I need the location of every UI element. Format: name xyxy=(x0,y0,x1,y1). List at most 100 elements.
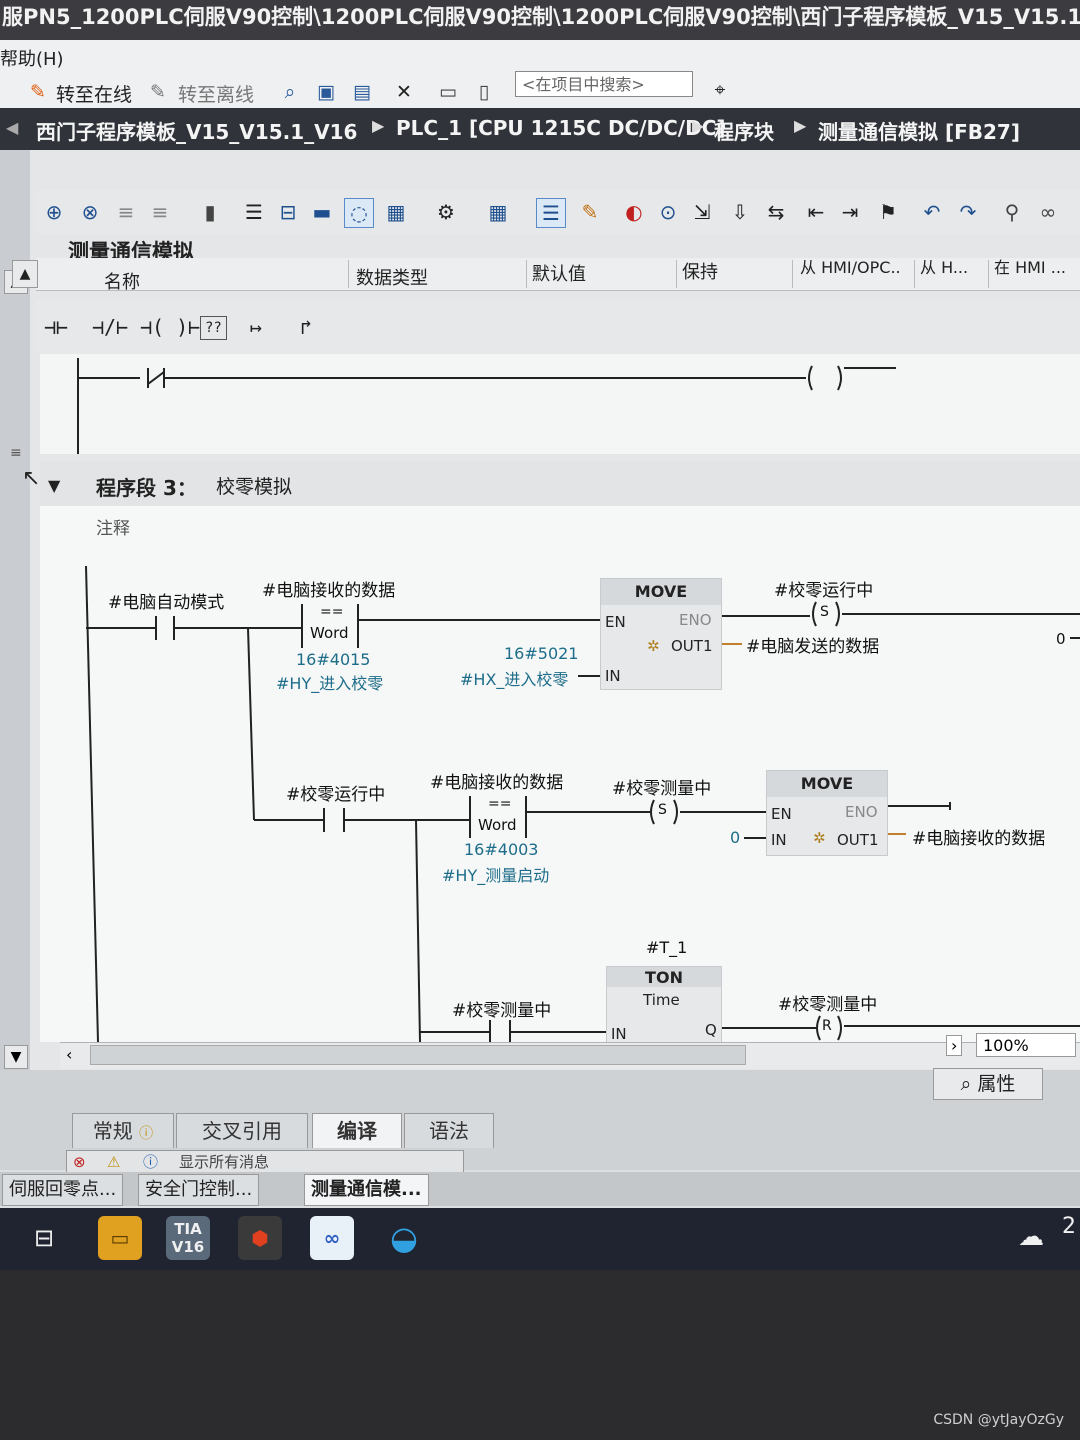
network-comments-icon[interactable]: ◌ xyxy=(344,198,374,228)
monitor-icon[interactable]: ⊙ xyxy=(654,198,682,226)
download-icon[interactable]: ⇩ xyxy=(726,198,754,226)
horizontal-scrollbar[interactable]: ‹ › xyxy=(60,1035,1080,1069)
move-out-target-1[interactable]: #电脑发送的数据 xyxy=(746,632,879,657)
insert-network-icon[interactable]: ⊕ xyxy=(40,198,68,226)
col-retain[interactable]: 保持 xyxy=(682,258,718,284)
compare-value-2[interactable]: 16#4003 xyxy=(464,840,538,859)
start-simulation-icon[interactable]: ▣ xyxy=(314,80,338,104)
interface-collapse-icon[interactable]: ▲ xyxy=(12,260,38,288)
timer-instance[interactable]: #T_1 xyxy=(646,938,687,957)
edit-icon[interactable]: ✎ xyxy=(576,198,604,226)
move-out-target-2[interactable]: #电脑接收的数据 xyxy=(912,824,1045,849)
collapse-all-icon[interactable]: ⊟ xyxy=(274,198,302,226)
tab-general[interactable]: 常规 ⓘ xyxy=(72,1113,174,1148)
left-collapsed-panel[interactable]: ▲ ≡ ▼ xyxy=(0,150,32,1070)
close-branch-button[interactable]: ↱ xyxy=(300,312,312,342)
col-datatype[interactable]: 数据类型 xyxy=(356,264,428,290)
nc-contact-button[interactable]: ⊣/⊢ xyxy=(92,312,128,342)
edge-browser-icon[interactable]: ◒ xyxy=(382,1216,426,1260)
weather-icon[interactable]: ☁ xyxy=(1018,1222,1044,1252)
find-icon[interactable]: ⚲ xyxy=(998,198,1026,226)
operand-display-icon[interactable]: ▦ xyxy=(484,198,512,226)
move-box-2[interactable]: MOVE EN ENO IN ✲ OUT1 xyxy=(766,770,888,856)
go-offline-button[interactable]: 转至离线 xyxy=(178,80,254,107)
tab-compile[interactable]: 编译 xyxy=(312,1113,402,1148)
network-title[interactable]: 校零模拟 xyxy=(216,472,292,499)
goto-icon[interactable]: ⇲ xyxy=(688,198,716,226)
show-all-messages[interactable]: 显示所有消息 xyxy=(179,1151,269,1173)
panel-grip-icon[interactable]: ≡ xyxy=(10,445,22,461)
compare-operand-1[interactable]: #电脑接收的数据 xyxy=(262,576,395,601)
tab-syntax[interactable]: 语法 xyxy=(404,1113,494,1148)
snapshot-icon[interactable]: ⚙ xyxy=(432,198,460,226)
previous-bookmark-icon[interactable]: ↶ xyxy=(918,198,946,226)
breadcrumb-program-blocks[interactable]: 程序块 xyxy=(714,116,774,145)
editor-tab-measurement[interactable]: 测量通信模... xyxy=(304,1174,429,1206)
accessible-devices-icon[interactable]: ⌕ xyxy=(278,80,302,104)
scroll-thumb[interactable] xyxy=(90,1045,746,1065)
app-icon[interactable]: ∞ xyxy=(310,1216,354,1260)
add-row-icon[interactable]: ≡ xyxy=(146,198,174,226)
col-name[interactable]: 名称 xyxy=(104,268,140,294)
go-online-button[interactable]: 转至在线 xyxy=(56,80,132,107)
more-icon[interactable]: ∞ xyxy=(1034,198,1062,226)
coil-button[interactable]: ⊣( )⊢ xyxy=(140,312,200,342)
editor-tab-servo-home[interactable]: 伺服回零点... xyxy=(2,1174,124,1206)
editor-tab-safety-door[interactable]: 安全门控制... xyxy=(138,1174,260,1206)
automation-app-icon[interactable]: ⬢ xyxy=(238,1216,282,1260)
indent-icon[interactable]: ⇤ xyxy=(802,198,830,226)
tia-portal-icon[interactable]: TIA V16 xyxy=(166,1216,210,1260)
file-explorer-icon[interactable]: ▭ xyxy=(98,1216,142,1260)
breadcrumb-project[interactable]: 西门子程序模板_V15_V15.1_V16 xyxy=(36,116,357,145)
go-offline-icon[interactable]: ✎ xyxy=(146,80,170,104)
tab-cross-reference[interactable]: 交叉引用 xyxy=(176,1113,308,1148)
compare-const-2[interactable]: #HY_测量启动 xyxy=(442,862,549,886)
properties-tab[interactable]: ⌕ 属性 xyxy=(933,1068,1043,1100)
compare-value-1[interactable]: 16#4015 xyxy=(296,650,370,669)
col-default[interactable]: 默认值 xyxy=(532,260,586,286)
expand-all-icon[interactable]: ☰ xyxy=(240,198,268,226)
warning-icon[interactable]: ⚠ xyxy=(107,1151,120,1173)
error-icon[interactable]: ⊗ xyxy=(73,1151,86,1173)
breadcrumb-block[interactable]: 测量通信模拟 [FB27] xyxy=(818,116,1020,145)
scroll-down-icon[interactable]: ▼ xyxy=(4,1045,28,1069)
favorites-icon[interactable]: ▦ xyxy=(382,198,410,226)
insert-row-icon[interactable]: ≡ xyxy=(112,198,140,226)
open-branch-button[interactable]: ↦ xyxy=(250,312,262,342)
move-in-value-1[interactable]: 16#5021 xyxy=(504,644,578,663)
collapse-network-icon[interactable]: ▼ xyxy=(48,476,60,495)
absolute-operands-icon[interactable]: ▬ xyxy=(308,198,336,226)
move-in-const-1[interactable]: #HX_进入校零 xyxy=(460,666,568,690)
coil-set-2-operand[interactable]: #校零测量中 xyxy=(612,774,711,799)
breadcrumb-plc[interactable]: PLC_1 [CPU 1215C DC/DC/DC] xyxy=(396,116,726,140)
contact-pc-auto-mode[interactable]: #电脑自动模式 xyxy=(108,588,224,613)
col-hmi-opc[interactable]: 从 HMI/OPC.. xyxy=(800,254,901,278)
contact-zeroing-running[interactable]: #校零运行中 xyxy=(286,780,385,805)
move-in-value-2[interactable]: 0 xyxy=(730,828,740,847)
contact-zeroing-measuring[interactable]: #校零测量中 xyxy=(452,996,551,1021)
bookmark-icon[interactable]: ⚑ xyxy=(874,198,902,226)
search-icon[interactable]: ⌖ xyxy=(708,78,732,102)
compare-icon[interactable]: ⇆ xyxy=(762,198,790,226)
move-box-1[interactable]: MOVE EN ENO ✲ OUT1 IN xyxy=(600,578,722,690)
split-vertical-icon[interactable]: ▯ xyxy=(472,80,496,104)
compare-operand-2[interactable]: #电脑接收的数据 xyxy=(430,768,563,793)
col-in-hmi[interactable]: 在 HMI ... xyxy=(994,254,1066,278)
monitor-off-icon[interactable]: ◐ xyxy=(620,198,648,226)
scroll-right-icon[interactable]: › xyxy=(946,1035,963,1056)
zoom-level[interactable]: 100% xyxy=(976,1033,1076,1057)
coil-set-1-operand[interactable]: #校零运行中 xyxy=(774,576,873,601)
col-from-h[interactable]: 从 H... xyxy=(920,254,968,278)
reset-start-values-icon[interactable]: ▮ xyxy=(196,198,224,226)
project-search-input[interactable]: <在项目中搜索> xyxy=(515,71,693,97)
network-3-header[interactable]: ▼ 程序段 3： 校零模拟 xyxy=(40,462,1080,506)
coil-reset-operand[interactable]: #校零测量中 xyxy=(778,990,877,1015)
next-bookmark-icon[interactable]: ↷ xyxy=(954,198,982,226)
split-horizontal-icon[interactable]: ▭ xyxy=(436,80,460,104)
list-view-icon[interactable]: ☰ xyxy=(536,198,566,228)
go-online-icon[interactable]: ✎ xyxy=(26,80,50,104)
scroll-left-icon[interactable]: ‹ xyxy=(66,1045,72,1064)
outdent-icon[interactable]: ⇥ xyxy=(836,198,864,226)
close-icon[interactable]: ✕ xyxy=(392,80,416,104)
ton-timer-box[interactable]: TON Time IN Q xyxy=(606,966,722,1044)
